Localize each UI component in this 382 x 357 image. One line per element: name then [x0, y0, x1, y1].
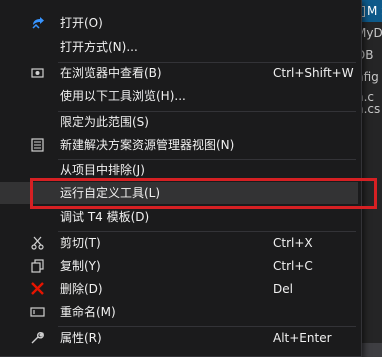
menu-item-shortcut: Del	[273, 282, 293, 296]
rename-icon	[30, 305, 46, 319]
menu-item-browse-with[interactable]: 使用以下工具浏览(H)...	[0, 85, 358, 107]
menu-item-rename[interactable]: 重命名(M)	[0, 301, 358, 323]
red-highlight-annotation	[30, 178, 377, 209]
menu-item-properties[interactable]: 属性(R) Alt+Enter	[0, 327, 358, 349]
cut-icon	[30, 236, 46, 250]
menu-item-scope-to-this[interactable]: 限定为此范围(S)	[0, 111, 358, 133]
screenshot-root: M Set MyD DB nfig n.c n.cs 打开(O) 打开方式(N)…	[0, 0, 382, 357]
menu-item-label: 调试 T4 模板(D)	[60, 210, 150, 224]
menu-item-shortcut: Ctrl+C	[273, 259, 313, 273]
delete-icon	[30, 282, 46, 296]
menu-item-label: 复制(Y)	[60, 259, 101, 273]
menu-item-debug-t4-template[interactable]: 调试 T4 模板(D)	[0, 206, 358, 228]
menu-item-label: 属性(R)	[60, 331, 102, 345]
menu-item-label: 在浏览器中查看(B)	[60, 66, 162, 80]
menu-item-shortcut: Ctrl+Shift+W	[273, 66, 354, 80]
browser-view-icon	[30, 66, 46, 80]
menu-item-delete[interactable]: 删除(D) Del	[0, 278, 358, 300]
menu-item-label: 限定为此范围(S)	[60, 115, 149, 129]
menu-item-label: 剪切(T)	[60, 236, 101, 250]
menu-item-label: 重命名(M)	[60, 305, 116, 319]
menu-item-label: 使用以下工具浏览(H)...	[60, 89, 186, 103]
menu-item-view-in-browser[interactable]: 在浏览器中查看(B) Ctrl+Shift+W	[0, 62, 358, 84]
menu-item-label: 打开(O)	[60, 16, 103, 30]
menu-item-new-solution-explorer-view[interactable]: 新建解决方案资源管理器视图(N)	[0, 134, 358, 156]
properties-icon	[30, 331, 46, 345]
menu-item-open-with[interactable]: 打开方式(N)...	[0, 36, 358, 58]
menu-item-shortcut: Alt+Enter	[273, 331, 332, 345]
menu-item-label: 新建解决方案资源管理器视图(N)	[60, 138, 235, 152]
menu-item-cut[interactable]: 剪切(T) Ctrl+X	[0, 232, 358, 254]
menu-item-open[interactable]: 打开(O)	[0, 12, 358, 34]
copy-icon	[30, 259, 46, 273]
menu-item-label: 删除(D)	[60, 282, 103, 296]
menu-item-copy[interactable]: 复制(Y) Ctrl+C	[0, 255, 358, 277]
menu-item-shortcut: Ctrl+X	[273, 236, 313, 250]
new-solution-explorer-view-icon	[30, 138, 46, 152]
open-icon	[30, 16, 46, 30]
menu-item-label: 打开方式(N)...	[60, 40, 138, 54]
